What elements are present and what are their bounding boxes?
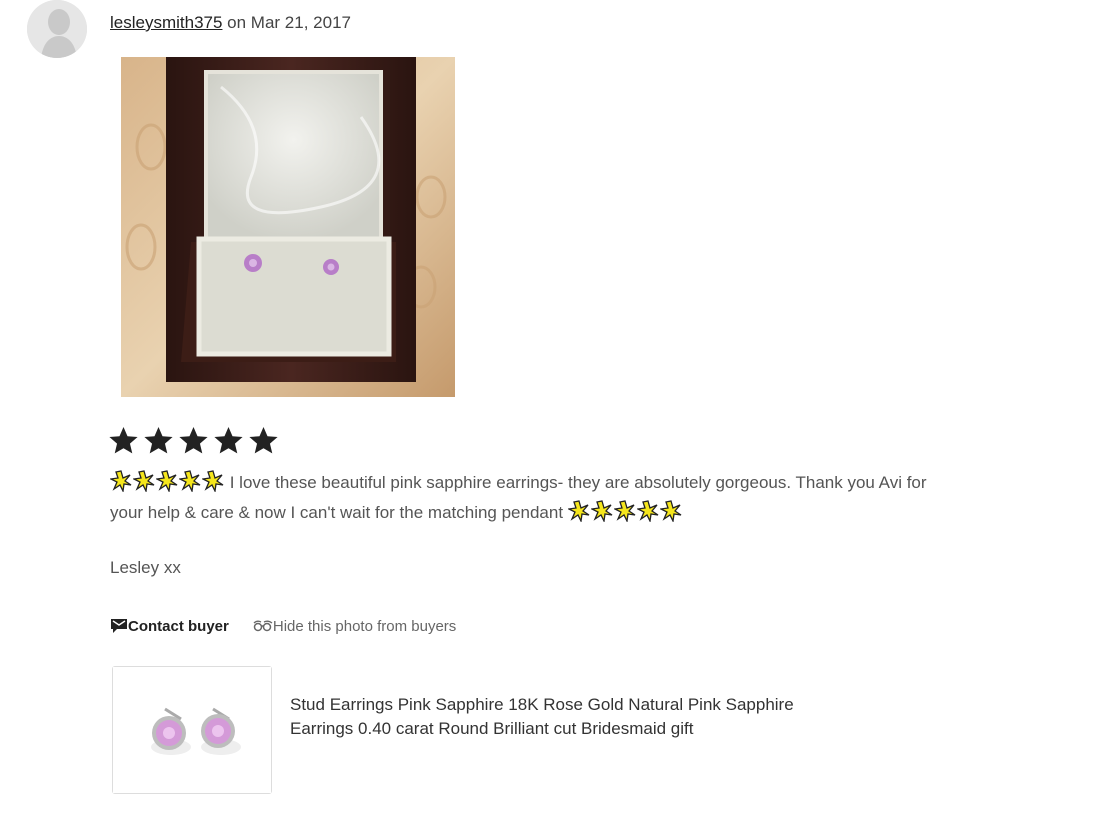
sparkle-star-icon — [567, 500, 590, 522]
sparkle-star-icon — [202, 470, 224, 492]
contact-buyer-button[interactable]: Contact buyer — [110, 617, 229, 635]
sparkle-star-icon — [636, 500, 659, 522]
listing-title-link[interactable]: Stud Earrings Pink Sapphire 18K Rose Gol… — [290, 693, 800, 741]
sparkle-emoji-group — [110, 470, 230, 492]
contact-buyer-label: Contact buyer — [128, 617, 229, 635]
sparkle-star-icon — [613, 500, 636, 522]
review-sign-off: Lesley xx — [110, 558, 181, 577]
avatar[interactable] — [27, 0, 87, 58]
sparkle-star-icon — [659, 500, 682, 522]
review-photo[interactable] — [121, 57, 455, 397]
sparkle-star-icon — [179, 470, 201, 492]
star-icon — [249, 426, 278, 454]
star-icon — [109, 426, 138, 454]
reviewer-username-link[interactable]: lesleysmith375 — [110, 13, 222, 32]
sparkle-star-icon — [156, 470, 178, 492]
earrings-in-box-photo — [121, 57, 455, 397]
listing-thumbnail[interactable] — [112, 666, 272, 794]
hide-eye-icon — [253, 620, 273, 632]
review-date: on Mar 21, 2017 — [222, 13, 351, 32]
sparkle-star-icon — [590, 500, 613, 522]
sparkle-star-icon — [110, 470, 132, 492]
earrings-product-image — [113, 667, 271, 793]
hide-photo-button[interactable]: Hide this photo from buyers — [253, 618, 456, 635]
review-body: I love these beautiful pink sapphire ear… — [110, 473, 927, 522]
star-icon — [179, 426, 208, 454]
review-header: lesleysmith375 on Mar 21, 2017 — [110, 13, 351, 33]
user-silhouette-icon — [27, 0, 87, 58]
star-icon — [144, 426, 173, 454]
star-icon — [214, 426, 243, 454]
message-icon — [111, 619, 127, 633]
sparkle-star-icon — [133, 470, 155, 492]
sparkle-emoji-group — [567, 500, 683, 522]
review-actions: Contact buyer Hide this photo from buyer… — [110, 617, 456, 635]
rating-stars — [108, 425, 279, 456]
hide-photo-label: Hide this photo from buyers — [272, 617, 457, 635]
review-text: I love these beautiful pink sapphire ear… — [110, 468, 930, 528]
